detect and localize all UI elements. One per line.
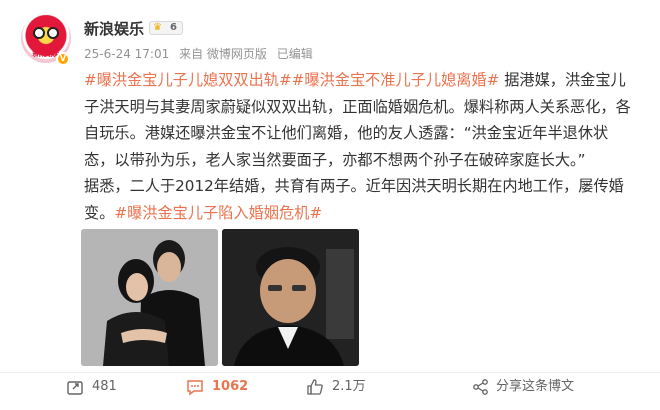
post-meta: 25-6-24 17:01 来自 微博网页版 已编辑 <box>84 45 319 62</box>
post-image-portrait[interactable] <box>222 229 359 366</box>
author-name[interactable]: 新浪娱乐 <box>84 18 144 39</box>
edited-label[interactable]: 已编辑 <box>277 47 313 61</box>
text-line: 变。#曝洪金宝儿子陷入婚姻危机# <box>84 200 644 227</box>
avatar-eye-left <box>33 27 45 39</box>
portrait-photo-illustration <box>222 229 359 366</box>
action-divider <box>0 372 660 373</box>
text-segment: 变。 <box>84 203 115 222</box>
couple-photo-illustration <box>81 229 218 366</box>
text-line: 态，以带孙为乐，老人家当然要面子，亦都不想两个孙子在破碎家庭长大。” <box>84 150 586 169</box>
text-line: 自玩乐。港媒还曝洪金宝不让他们离婚，他的友人透露：“洪金宝近年半退休状 <box>84 124 609 142</box>
like-count: 2.1万 <box>332 379 366 394</box>
comment-icon <box>187 380 203 396</box>
repost-count: 481 <box>92 379 117 394</box>
text-line: #曝洪金宝儿子儿媳双双出轨##曝洪金宝不准儿子儿媳离婚# 据港媒，洪金宝儿 <box>84 67 644 94</box>
comment-count: 1062 <box>212 379 249 394</box>
repost-icon <box>67 381 83 395</box>
post-text: #曝洪金宝儿子儿媳双双出轨##曝洪金宝不准儿子儿媳离婚# 据港媒，洪金宝儿 子洪… <box>84 67 644 226</box>
post-date[interactable]: 25-6-24 17:01 <box>84 47 169 61</box>
share-label: 分享这条博文 <box>496 379 575 394</box>
share-icon <box>473 379 488 395</box>
hashtag-link[interactable]: #曝洪金宝儿子儿媳双双出轨##曝洪金宝不准儿子儿媳离婚# <box>84 71 499 89</box>
post-image-couple[interactable] <box>81 229 218 366</box>
rank-level: 6 <box>170 22 177 33</box>
text-line: 子洪天明与其妻周家蔚疑似双双出轨，正面临婚姻危机。爆料称两人关系恶化，各 <box>84 97 631 116</box>
weibo-post-card: 新浪娱 V 新浪娱乐 ♛ 6 25-6-24 17:01 来自 微博网页版 已编… <box>0 0 660 410</box>
hashtag-link[interactable]: #曝洪金宝儿子陷入婚姻危机# <box>114 204 322 222</box>
share-button[interactable]: 分享这条博文 <box>472 378 592 396</box>
member-rank-badge[interactable]: ♛ 6 <box>149 21 183 35</box>
verified-v-icon: V <box>56 52 70 66</box>
avatar-eye-right <box>47 27 59 39</box>
post-source: 来自 微博网页版 <box>179 47 267 61</box>
repost-button[interactable]: 481 <box>66 378 136 396</box>
text-segment: 据港媒，洪金宝儿 <box>499 71 626 89</box>
comment-button[interactable]: 1062 <box>186 378 256 396</box>
like-button[interactable]: 2.1万 <box>306 378 376 396</box>
crown-icon: ♛ <box>153 22 162 33</box>
text-line: 据悉，二人于2012年结婚，共育有两子。近年因洪天明长期在内地工作，屡传婚 <box>84 177 624 195</box>
thumbs-up-icon <box>307 379 323 395</box>
